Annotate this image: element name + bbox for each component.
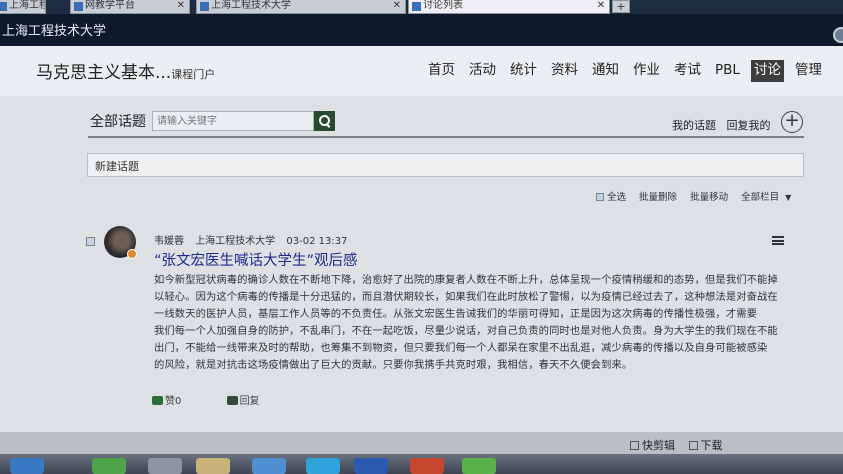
post-body-line: 一线数天的医护人员，基层工作人员等的不负责任。从张文宏医生告诫我们的华丽可得知，… [154, 308, 758, 320]
taskbar-app-icon[interactable] [462, 458, 496, 474]
start-icon[interactable] [10, 458, 44, 474]
course-header: 马克思主义基本...课程门户 首页 活动 统计 资料 通知 作业 考试 PBL … [0, 46, 843, 96]
taskbar-folder-icon[interactable] [196, 458, 230, 474]
thumbs-up-icon [152, 396, 163, 405]
quick-clip-button[interactable]: 快剪辑 [630, 439, 675, 452]
batch-toolbar: 全选 批量删除 批量移动 全部栏目 ▼ [596, 189, 801, 203]
batch-delete-button[interactable]: 批量删除 [639, 192, 677, 203]
tab-close-icon[interactable]: ✕ [177, 0, 185, 12]
new-topic-field[interactable]: 新建话题 [87, 153, 804, 177]
taskbar-word-icon[interactable] [354, 458, 388, 474]
discussion-content: 全部话题 我的话题 回复我的 + 新建话题 全选 批量删除 批量移动 全部栏目▼… [0, 96, 843, 432]
post-title[interactable]: “张文宏医生喊话大学生”观后感 [154, 249, 358, 270]
nav-statistics[interactable]: 统计 [510, 60, 537, 82]
avatar-badge-icon [127, 249, 137, 259]
reply-button[interactable]: 回复 [226, 396, 260, 407]
post-author[interactable]: 韦媛蓉 [154, 236, 184, 247]
add-topic-icon[interactable]: + [781, 111, 803, 133]
school-name: 上海工程技术大学 [2, 24, 107, 39]
course-portal-label: 课程门户 [171, 68, 216, 81]
my-topics-link[interactable]: 我的话题 [672, 119, 716, 132]
select-all-checkbox[interactable]: 全选 [596, 192, 626, 203]
course-title[interactable]: 马克思主义基本...课程门户 [36, 58, 215, 83]
taskbar-app-icon[interactable] [148, 458, 182, 474]
download-button[interactable]: 下载 [688, 439, 723, 452]
browser-tab-2[interactable]: 网教学平台 ✕ [70, 0, 190, 14]
taskbar-powerpoint-icon[interactable] [410, 458, 444, 474]
download-icon [688, 441, 698, 450]
nav-resources[interactable]: 资料 [551, 60, 578, 82]
post-checkbox[interactable] [86, 237, 95, 246]
nav-discussion[interactable]: 讨论 [750, 60, 784, 82]
taskbar-browser-icon[interactable] [252, 458, 286, 474]
browser-tab-1[interactable]: 上海工程技 [0, 0, 46, 14]
all-sections-dropdown[interactable]: 全部栏目 ▼ [741, 192, 791, 203]
browser-tab-3[interactable]: 上海工程技术大学 ✕ [196, 0, 406, 14]
checkbox-icon [596, 193, 604, 201]
course-nav: 首页 活动 统计 资料 通知 作业 考试 PBL 讨论 管理 [428, 60, 836, 82]
tab-close-icon[interactable]: ✕ [393, 0, 401, 12]
author-avatar[interactable] [104, 226, 137, 259]
tab-favicon-icon [74, 2, 83, 11]
browser-tab-active[interactable]: 讨论列表 ✕ [408, 0, 610, 14]
post-school: 上海工程技术大学 [195, 236, 276, 247]
all-topics-heading: 全部话题 [90, 114, 146, 130]
search-input[interactable] [152, 111, 314, 131]
taskbar-app-icon[interactable] [306, 458, 340, 474]
post-meta: 韦媛蓉 上海工程技术大学 03-02 13:37 [154, 232, 355, 247]
search-icon[interactable] [314, 111, 335, 131]
post-actions: 赞0 回复 [152, 392, 260, 407]
tab-favicon-icon [412, 2, 421, 11]
nav-pbl[interactable]: PBL [715, 60, 740, 82]
tab-favicon-icon [200, 2, 209, 11]
nav-exams[interactable]: 考试 [674, 60, 701, 82]
nav-activity[interactable]: 活动 [469, 60, 496, 82]
browser-bottom-bar: 快剪辑 下载 [0, 432, 843, 454]
clip-icon [630, 441, 639, 450]
school-banner: 上海工程技术大学 [0, 14, 843, 46]
new-tab-button[interactable]: + [612, 0, 630, 13]
post-date: 03-02 13:37 [286, 236, 348, 247]
batch-move-button[interactable]: 批量移动 [690, 192, 728, 203]
taskbar-app-icon[interactable] [92, 458, 126, 474]
comment-icon [226, 396, 238, 405]
post-body-line: 我们每一个人加强自身的防护，不乱串门，不在一起吃饭，尽量少说话，对自己负责的同时… [154, 325, 778, 337]
heading-divider [88, 136, 804, 138]
nav-notices[interactable]: 通知 [592, 60, 619, 82]
post-body-line: 如今新型冠状病毒的确诊人数在不断地下降，治愈好了出院的康复者人数在不断上升，总体… [154, 274, 778, 286]
post-body-line: 以轻心。因为这个病毒的传播是十分迅猛的，而且潜伏期较长，如果我们在此时放松了警惕… [154, 291, 778, 303]
post-body: 如今新型冠状病毒的确诊人数在不断地下降，治愈好了出院的康复者人数在不断上升，总体… [154, 272, 789, 374]
nav-home[interactable]: 首页 [428, 60, 455, 82]
nav-homework[interactable]: 作业 [633, 60, 660, 82]
tab-close-icon[interactable]: ✕ [597, 0, 605, 12]
like-button[interactable]: 赞0 [152, 396, 181, 407]
browser-tab-strip: 上海工程技 网教学平台 ✕ 上海工程技术大学 ✕ 讨论列表 ✕ + [0, 0, 843, 14]
nav-manage[interactable]: 管理 [795, 60, 822, 82]
caret-down-icon: ▼ [785, 193, 792, 202]
my-links: 我的话题 回复我的 [672, 117, 778, 133]
os-taskbar [0, 454, 843, 474]
post-body-line: 的风险，就是对抗击这场疫情做出了巨大的贡献。只要你我携手共克时艰，我相信，春天不… [154, 359, 633, 371]
post-body-line: 出门，不能给一线带来及时的帮助，也筹集不到物资，但只要我们每一个人都呆在家里不出… [154, 342, 768, 354]
tab-favicon-icon [0, 2, 7, 11]
more-menu-icon[interactable] [772, 236, 784, 245]
user-avatar-icon[interactable] [833, 27, 843, 43]
my-replies-link[interactable]: 回复我的 [727, 119, 771, 132]
